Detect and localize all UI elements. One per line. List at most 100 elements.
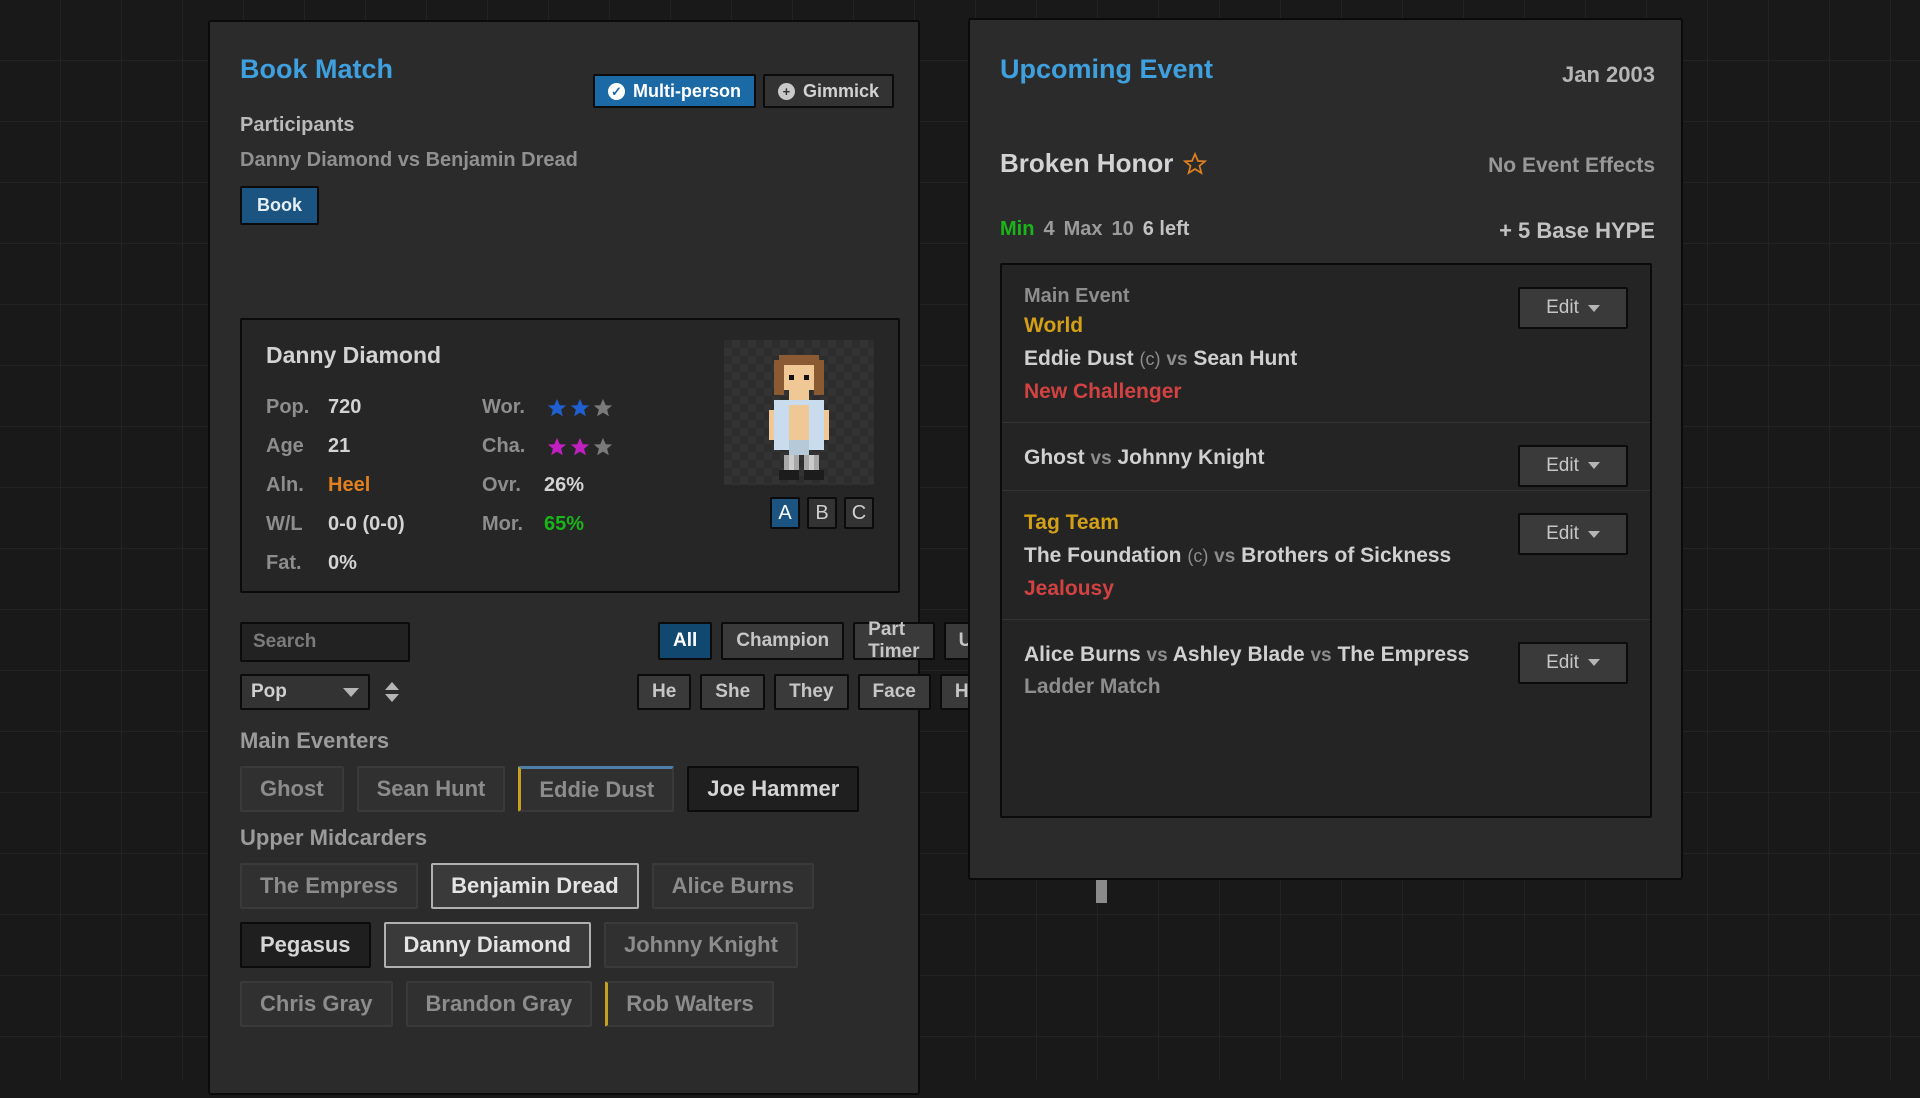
- sort-by-select[interactable]: Pop: [240, 674, 370, 710]
- filter-button-he[interactable]: He: [637, 674, 692, 710]
- roster-row: Pegasus Danny Diamond Johnny Knight: [240, 922, 1090, 968]
- variant-button-a[interactable]: A: [770, 497, 800, 529]
- edit-match-button[interactable]: Edit: [1518, 287, 1628, 329]
- match-slot: Main Event: [1024, 285, 1130, 307]
- edit-match-button[interactable]: Edit: [1518, 641, 1628, 684]
- stat-row: Age 21: [266, 427, 496, 466]
- variant-button-b[interactable]: B: [807, 497, 837, 529]
- roster-group-label: Upper Midcarders: [240, 825, 428, 850]
- event-date: Jan 2003: [1562, 62, 1655, 87]
- chevron-down-icon: [1587, 659, 1600, 667]
- check-circle-icon: ✓: [607, 82, 625, 100]
- filter-button-they[interactable]: They: [774, 674, 849, 710]
- multi-person-label: Multi-person: [632, 80, 741, 101]
- match-side-a: Alice Burns: [1024, 642, 1141, 666]
- match-bout: The Foundation (c) vs Brothers of Sickne…: [1024, 541, 1480, 571]
- wrestler-stats-left: Pop. 720 Age 21 Aln. Heel W/L 0-0 (0-0) Fat. 0%: [266, 388, 496, 583]
- roster-item[interactable]: Ghost: [240, 766, 344, 812]
- roster-item[interactable]: Chris Gray: [240, 981, 393, 1027]
- max-label: Max: [1063, 218, 1103, 240]
- stat-key: Pop.: [266, 396, 310, 418]
- stat-row: Fat. 0%: [266, 544, 496, 583]
- roster-item[interactable]: Johnny Knight: [603, 922, 798, 968]
- stat-value: 26%: [544, 474, 585, 496]
- filter-button-part-timer[interactable]: Part Timer: [853, 619, 935, 662]
- match-side-c: The Empress: [1337, 642, 1470, 666]
- edit-match-button[interactable]: Edit: [1518, 444, 1628, 487]
- chevron-down-icon: [385, 694, 399, 702]
- match-side-b: Brothers of Sickness: [1241, 544, 1452, 568]
- stat-row: Pop. 720: [266, 388, 496, 427]
- filter-button-all[interactable]: All: [658, 622, 713, 660]
- roster-row: The Empress Benjamin Dread Alice Burns: [240, 863, 1090, 909]
- stat-row: Wor.: [482, 388, 722, 427]
- min-label: Min: [1000, 218, 1035, 240]
- stat-row: Mor. 65%: [482, 505, 722, 544]
- book-match-header: Book Match ✓ Multi-person + Gimmick: [210, 22, 918, 108]
- header-actions: ✓ Multi-person + Gimmick: [592, 74, 894, 108]
- match-card-list: Main Event World Eddie Dust (c) vs Sean Hu…: [1000, 263, 1652, 818]
- stat-value: 720: [328, 396, 362, 418]
- roster-item[interactable]: The Empress: [240, 863, 419, 909]
- filter-button-champion[interactable]: Champion: [721, 622, 845, 660]
- star-icon: [570, 437, 590, 455]
- star-outline-icon[interactable]: [1183, 151, 1208, 176]
- stat-value: Heel: [328, 474, 371, 496]
- wrestler-portrait: [724, 340, 874, 485]
- roster-row: Ghost Sean Hunt Eddie Dust Joe Hammer: [240, 766, 1090, 812]
- roster-list: Main Eventers Ghost Sean Hunt Eddie Dust Joe…: [240, 728, 1090, 1098]
- edit-match-button[interactable]: Edit: [1518, 513, 1628, 556]
- star-rating: [546, 397, 614, 419]
- chevron-down-icon: [1587, 530, 1600, 538]
- edit-label: Edit: [1546, 454, 1579, 476]
- roster-item[interactable]: Benjamin Dread: [431, 863, 639, 909]
- stat-key: Age: [266, 435, 304, 457]
- variant-button-c[interactable]: C: [844, 497, 874, 529]
- roster-item[interactable]: Alice Burns: [651, 863, 814, 909]
- wrestler-card: Danny Diamond Pop. 720 Age 21 Aln. Heel W/L 0-0…: [240, 318, 900, 593]
- roster-item[interactable]: Pegasus: [240, 922, 371, 968]
- gimmick-button[interactable]: + Gimmick: [762, 74, 894, 108]
- stat-key: Mor.: [482, 513, 524, 535]
- sort-direction-toggle[interactable]: [380, 674, 404, 710]
- plus-circle-icon: +: [777, 82, 795, 100]
- star-icon: [547, 437, 567, 455]
- match-side-b: Johnny Knight: [1117, 445, 1265, 469]
- champion-tag: (c): [1139, 349, 1161, 369]
- roster-item[interactable]: Rob Walters: [605, 981, 774, 1027]
- sort-by-value: Pop: [251, 681, 287, 702]
- stat-value: 0-0 (0-0): [328, 513, 405, 535]
- roster-item[interactable]: Eddie Dust: [518, 766, 675, 812]
- match-note: Jealousy: [1024, 576, 1114, 600]
- roster-item[interactable]: Brandon Gray: [405, 981, 593, 1027]
- star-icon: [547, 398, 567, 416]
- match-side-b: Sean Hunt: [1193, 347, 1298, 370]
- match-item: Ghost vs Johnny Knight Edit: [1002, 423, 1650, 492]
- match-side-b: Ashley Blade: [1172, 642, 1305, 666]
- filter-button-she[interactable]: She: [700, 674, 766, 710]
- champion-tag: (c): [1187, 546, 1209, 567]
- variant-buttons: ABC: [770, 497, 874, 529]
- match-note: New Challenger: [1024, 379, 1182, 403]
- book-button[interactable]: Book: [240, 186, 319, 225]
- multi-person-button[interactable]: ✓ Multi-person: [592, 74, 756, 108]
- slots-left: 6 left: [1142, 218, 1190, 240]
- roster-item[interactable]: Sean Hunt: [356, 766, 506, 812]
- roster-item[interactable]: Danny Diamond: [383, 922, 591, 968]
- edit-label: Edit: [1546, 523, 1579, 545]
- search-input[interactable]: [240, 622, 410, 662]
- edit-label: Edit: [1546, 651, 1579, 673]
- star-icon: [570, 398, 590, 416]
- stat-key: W/L: [266, 513, 303, 535]
- match-bout: Alice Burns vs Ashley Blade vs The Empre…: [1024, 640, 1480, 670]
- star-icon: [593, 437, 613, 455]
- wrestler-stats-right: Wor. Cha. Ovr. 26% Mor. 65%: [482, 388, 722, 544]
- match-item: Main Event World Eddie Dust (c) vs Sean Hu…: [1002, 265, 1650, 423]
- vs-label: vs: [1310, 644, 1332, 666]
- gimmick-label: Gimmick: [802, 80, 879, 101]
- match-note: Ladder Match: [1024, 675, 1161, 699]
- roster-item[interactable]: Joe Hammer: [687, 766, 860, 812]
- stat-key: Wor.: [482, 396, 525, 418]
- match-bout: Ghost vs Johnny Knight: [1024, 443, 1480, 473]
- filter-button-face[interactable]: Face: [857, 674, 931, 710]
